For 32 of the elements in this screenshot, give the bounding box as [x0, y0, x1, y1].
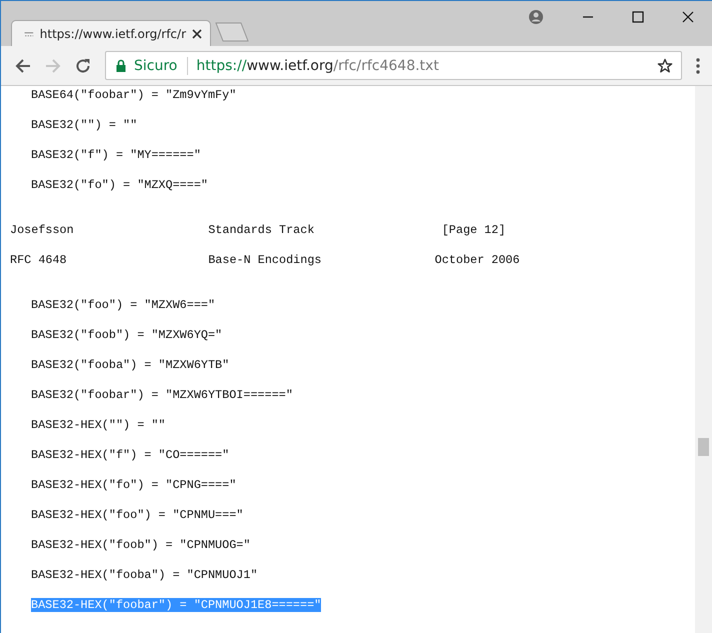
menu-icon[interactable] [696, 58, 700, 74]
document-text-line: BASE32("foo") = "MZXW6===" [31, 298, 216, 312]
security-label: Sicuro [134, 56, 188, 74]
reload-icon[interactable] [75, 58, 91, 74]
tab-title: https://www.ietf.org/rfc/r [40, 26, 186, 40]
document-text-line: BASE32("foob") = "MZXW6YQ=" [31, 328, 222, 342]
close-icon[interactable] [192, 28, 202, 38]
url-text: https://www.ietf.org/rfc/rfc4648.txt [196, 58, 440, 74]
document-text-line: BASE32-HEX("foob") = "CPNMUOG=" [31, 538, 250, 552]
document-text-line: RFC 4648 Base-N Encodings October 2006 [10, 253, 520, 267]
document-text-line: BASE32-HEX("fooba") = "CPNMUOJ1" [31, 568, 258, 582]
document-text-line: BASE32("") = "" [31, 118, 138, 132]
document-text-line: BASE32-HEX("foo") = "CPNMU===" [31, 508, 244, 522]
scrollbar-thumb[interactable] [698, 438, 709, 456]
browser-tab[interactable]: https://www.ietf.org/rfc/r [11, 20, 211, 46]
document-text-line: BASE32("fo") = "MZXQ====" [31, 178, 208, 192]
lock-icon [116, 59, 126, 72]
document-text-line: BASE32-HEX("f") = "CO======" [31, 448, 230, 462]
document-text-line: BASE32-HEX("") = "" [31, 418, 166, 432]
bookmark-star-icon[interactable] [657, 58, 673, 74]
back-icon[interactable] [15, 58, 31, 74]
document-text-line: Josefsson Standards Track [Page 12] [10, 223, 506, 237]
profile-icon[interactable] [528, 9, 544, 25]
document-text-line: BASE32("fooba") = "MZXW6YTB" [31, 358, 230, 372]
maximize-icon[interactable] [632, 11, 644, 23]
scrollbar[interactable] [695, 86, 712, 633]
document-text-line: BASE32("foobar") = "MZXW6YTBOI======" [31, 388, 293, 402]
document-text-line: BASE64("foobar") = "Zm9vYmFy" [31, 88, 236, 102]
address-bar[interactable]: Sicuro https://www.ietf.org/rfc/rfc4648.txt [105, 51, 682, 80]
document-text-line: BASE32-HEX("fo") = "CPNG====" [31, 478, 236, 492]
close-icon[interactable] [682, 11, 694, 23]
document-text-line: BASE32("f") = "MY======" [31, 148, 201, 162]
